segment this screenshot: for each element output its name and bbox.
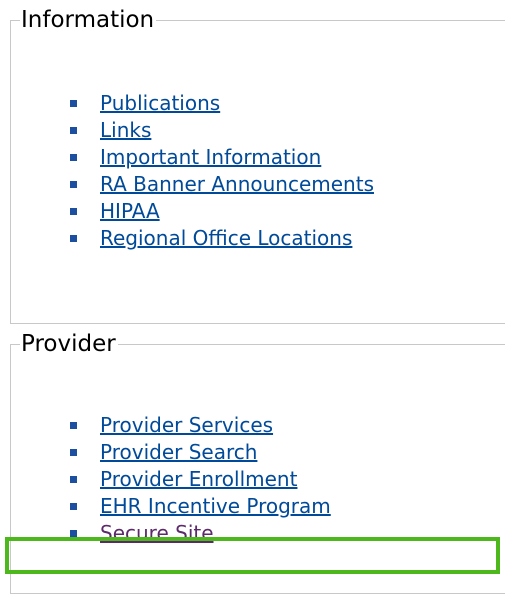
provider-legend: Provider bbox=[20, 330, 118, 358]
provider-services-link[interactable]: Provider Services bbox=[100, 412, 273, 439]
square-bullet-icon bbox=[70, 208, 77, 215]
square-bullet-icon bbox=[70, 127, 77, 134]
regional-office-locations-link[interactable]: Regional Office Locations bbox=[100, 225, 352, 252]
provider-search-link[interactable]: Provider Search bbox=[100, 439, 257, 466]
square-bullet-icon bbox=[70, 503, 77, 510]
information-legend: Information bbox=[20, 6, 157, 34]
square-bullet-icon bbox=[70, 100, 77, 107]
square-bullet-icon bbox=[70, 449, 77, 456]
hipaa-link[interactable]: HIPAA bbox=[100, 198, 160, 225]
important-information-link[interactable]: Important Information bbox=[100, 144, 321, 171]
ra-banner-announcements-link[interactable]: RA Banner Announcements bbox=[100, 171, 374, 198]
square-bullet-icon bbox=[70, 476, 77, 483]
publications-link[interactable]: Publications bbox=[100, 90, 220, 117]
square-bullet-icon bbox=[70, 235, 77, 242]
secure-site-highlight-box bbox=[5, 537, 500, 574]
square-bullet-icon bbox=[70, 154, 77, 161]
square-bullet-icon bbox=[70, 181, 77, 188]
square-bullet-icon bbox=[70, 422, 77, 429]
links-link[interactable]: Links bbox=[100, 117, 151, 144]
ehr-incentive-program-link[interactable]: EHR Incentive Program bbox=[100, 493, 331, 520]
provider-enrollment-link[interactable]: Provider Enrollment bbox=[100, 466, 297, 493]
square-bullet-icon bbox=[70, 530, 77, 537]
